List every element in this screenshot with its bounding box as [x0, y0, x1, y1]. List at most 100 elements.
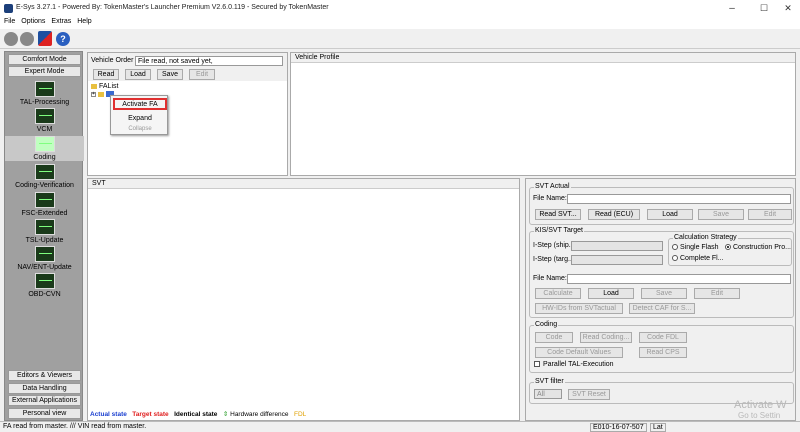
tree-root-falist[interactable]: FAList [99, 83, 118, 90]
app-icon [4, 4, 13, 13]
mode-coding[interactable]: Coding [5, 136, 84, 161]
toolbar: ? [0, 29, 800, 49]
svt-edit-button[interactable]: Edit [748, 209, 792, 220]
connect-icon[interactable] [4, 32, 18, 46]
legend-target-state: Target state [132, 411, 168, 418]
menu-file[interactable]: File [4, 18, 15, 25]
complete-flash-radio[interactable]: Complete Fl... [672, 255, 724, 262]
mode-nav-ent-update[interactable]: NAV/ENT-Update [5, 246, 84, 271]
disconnect-icon[interactable] [20, 32, 34, 46]
coding-group: Coding Code Read Coding... Code FDL Code… [529, 325, 794, 373]
code-button[interactable]: Code [535, 332, 573, 343]
read-svt-button[interactable]: Read SVT... [535, 209, 581, 220]
kis-title: KIS/SVT Target [534, 227, 584, 234]
mode-vcm[interactable]: VCM [5, 108, 84, 133]
menu-options[interactable]: Options [21, 18, 45, 25]
kis-load-button[interactable]: Load [588, 288, 634, 299]
vo-read-button[interactable]: Read [93, 69, 119, 80]
single-flash-radio[interactable]: Single Flash [672, 244, 719, 251]
folder-icon [91, 84, 97, 89]
mode-obd-cvn[interactable]: OBD-CVN [5, 273, 84, 298]
menu-extras[interactable]: Extras [51, 18, 71, 25]
svt-filter-select[interactable]: All [534, 389, 562, 399]
menu-collapse[interactable]: Collapse [113, 126, 167, 132]
read-cps-button[interactable]: Read CPS [639, 347, 687, 358]
coding-icon [35, 136, 55, 152]
svt-actual-title: SVT Actual [534, 183, 571, 190]
mode-panel: Comfort Mode Expert Mode TAL-Processing … [4, 51, 83, 421]
tree-expander-icon[interactable]: + [91, 92, 96, 97]
menu-help[interactable]: Help [77, 18, 91, 25]
vcm-icon [35, 108, 55, 124]
hardware-difference-icon: ⇕ [223, 411, 228, 418]
svt-reset-button[interactable]: SVT Reset [568, 389, 610, 400]
calculation-strategy-group: Calculation Strategy Single Flash Constr… [668, 238, 792, 266]
mode-coding-verification[interactable]: Coding-Verification [5, 164, 84, 189]
vo-edit-button[interactable]: Edit [189, 69, 215, 80]
svt-load-button[interactable]: Load [647, 209, 693, 220]
status-istep: E010-16-07-507 [590, 423, 647, 432]
checkbox-icon [534, 361, 540, 367]
fsc-extended-icon [35, 192, 55, 208]
expert-mode-button[interactable]: Expert Mode [8, 66, 81, 77]
coding-verification-icon [35, 164, 55, 180]
hw-ids-button[interactable]: HW-IDs from SVTactual [535, 303, 623, 314]
svt-title: SVT [88, 179, 519, 189]
code-fdl-button[interactable]: Code FDL [639, 332, 687, 343]
status-bar: FA read from master. /// VIN read from m… [0, 421, 800, 430]
maximize-button[interactable]: ☐ [754, 3, 774, 14]
legend-identical-state: Identical state [174, 411, 217, 418]
vehicle-order-field[interactable]: File read, not saved yet, [135, 56, 283, 66]
vehicle-profile-panel: Vehicle Profile [290, 52, 796, 176]
folder-icon [98, 92, 104, 97]
vehicle-order-label: Vehicle Order [91, 57, 133, 64]
kis-file-label: File Name: [533, 275, 567, 282]
istep-target-select[interactable] [571, 255, 663, 265]
mode-tal-processing[interactable]: TAL-Processing [5, 81, 84, 106]
activation-watermark: Activate W Go to Settin [734, 399, 787, 420]
minimize-button[interactable]: – [722, 3, 742, 14]
close-button[interactable]: ✕ [778, 3, 798, 14]
construction-pro-radio[interactable]: Construction Pro... [725, 244, 791, 251]
tsl-update-icon [35, 219, 55, 235]
nav-ent-update-icon [35, 246, 55, 262]
kis-file-field[interactable] [567, 274, 791, 284]
context-menu: Activate FA Expand Collapse [110, 95, 168, 135]
menu-activate-fa[interactable]: Activate FA [113, 98, 167, 110]
kis-edit-button[interactable]: Edit [694, 288, 740, 299]
vo-load-button[interactable]: Load [125, 69, 151, 80]
vehicle-profile-title: Vehicle Profile [291, 53, 795, 63]
vehicle-connection-icon[interactable] [38, 31, 52, 46]
svt-actual-file-field[interactable] [567, 194, 791, 204]
data-handling-button[interactable]: Data Handling [8, 383, 81, 394]
legend-actual-state: Actual state [90, 411, 127, 418]
kis-save-button[interactable]: Save [641, 288, 687, 299]
read-ecu-button[interactable]: Read (ECU) [588, 209, 640, 220]
read-coding-button[interactable]: Read Coding... [580, 332, 632, 343]
mode-fsc-extended[interactable]: FSC-Extended [5, 192, 84, 217]
parallel-tal-checkbox[interactable]: Parallel TAL-Execution [534, 361, 614, 368]
menu-expand[interactable]: Expand [113, 115, 167, 122]
svt-save-button[interactable]: Save [698, 209, 744, 220]
legend-hardware-difference: Hardware difference [230, 411, 288, 418]
radio-icon [672, 244, 678, 250]
code-default-values-button[interactable]: Code Default Values [535, 347, 623, 358]
help-icon[interactable]: ? [56, 32, 70, 46]
svt-actual-file-label: File Name: [533, 195, 567, 202]
title-bar: E-Sys 3.27.1 - Powered By: TokenMaster's… [0, 0, 800, 18]
calculate-button[interactable]: Calculate [535, 288, 581, 299]
detect-caf-button[interactable]: Detect CAF for S... [629, 303, 695, 314]
obd-cvn-icon [35, 273, 55, 289]
status-message: FA read from master. /// VIN read from m… [3, 423, 146, 430]
status-lat: Lat [650, 423, 666, 432]
personal-view-button[interactable]: Personal view [8, 408, 81, 419]
external-applications-button[interactable]: External Applications [8, 395, 81, 406]
mode-tsl-update[interactable]: TSL-Update [5, 219, 84, 244]
legend-fdl: FDL [294, 411, 306, 418]
vo-save-button[interactable]: Save [157, 69, 183, 80]
svt-legend: Actual state Target state Identical stat… [90, 410, 306, 418]
istep-ship-label: I-Step (ship... [533, 242, 575, 249]
editors-viewers-button[interactable]: Editors & Viewers [8, 370, 81, 381]
istep-ship-select[interactable] [571, 241, 663, 251]
comfort-mode-button[interactable]: Comfort Mode [8, 54, 81, 65]
